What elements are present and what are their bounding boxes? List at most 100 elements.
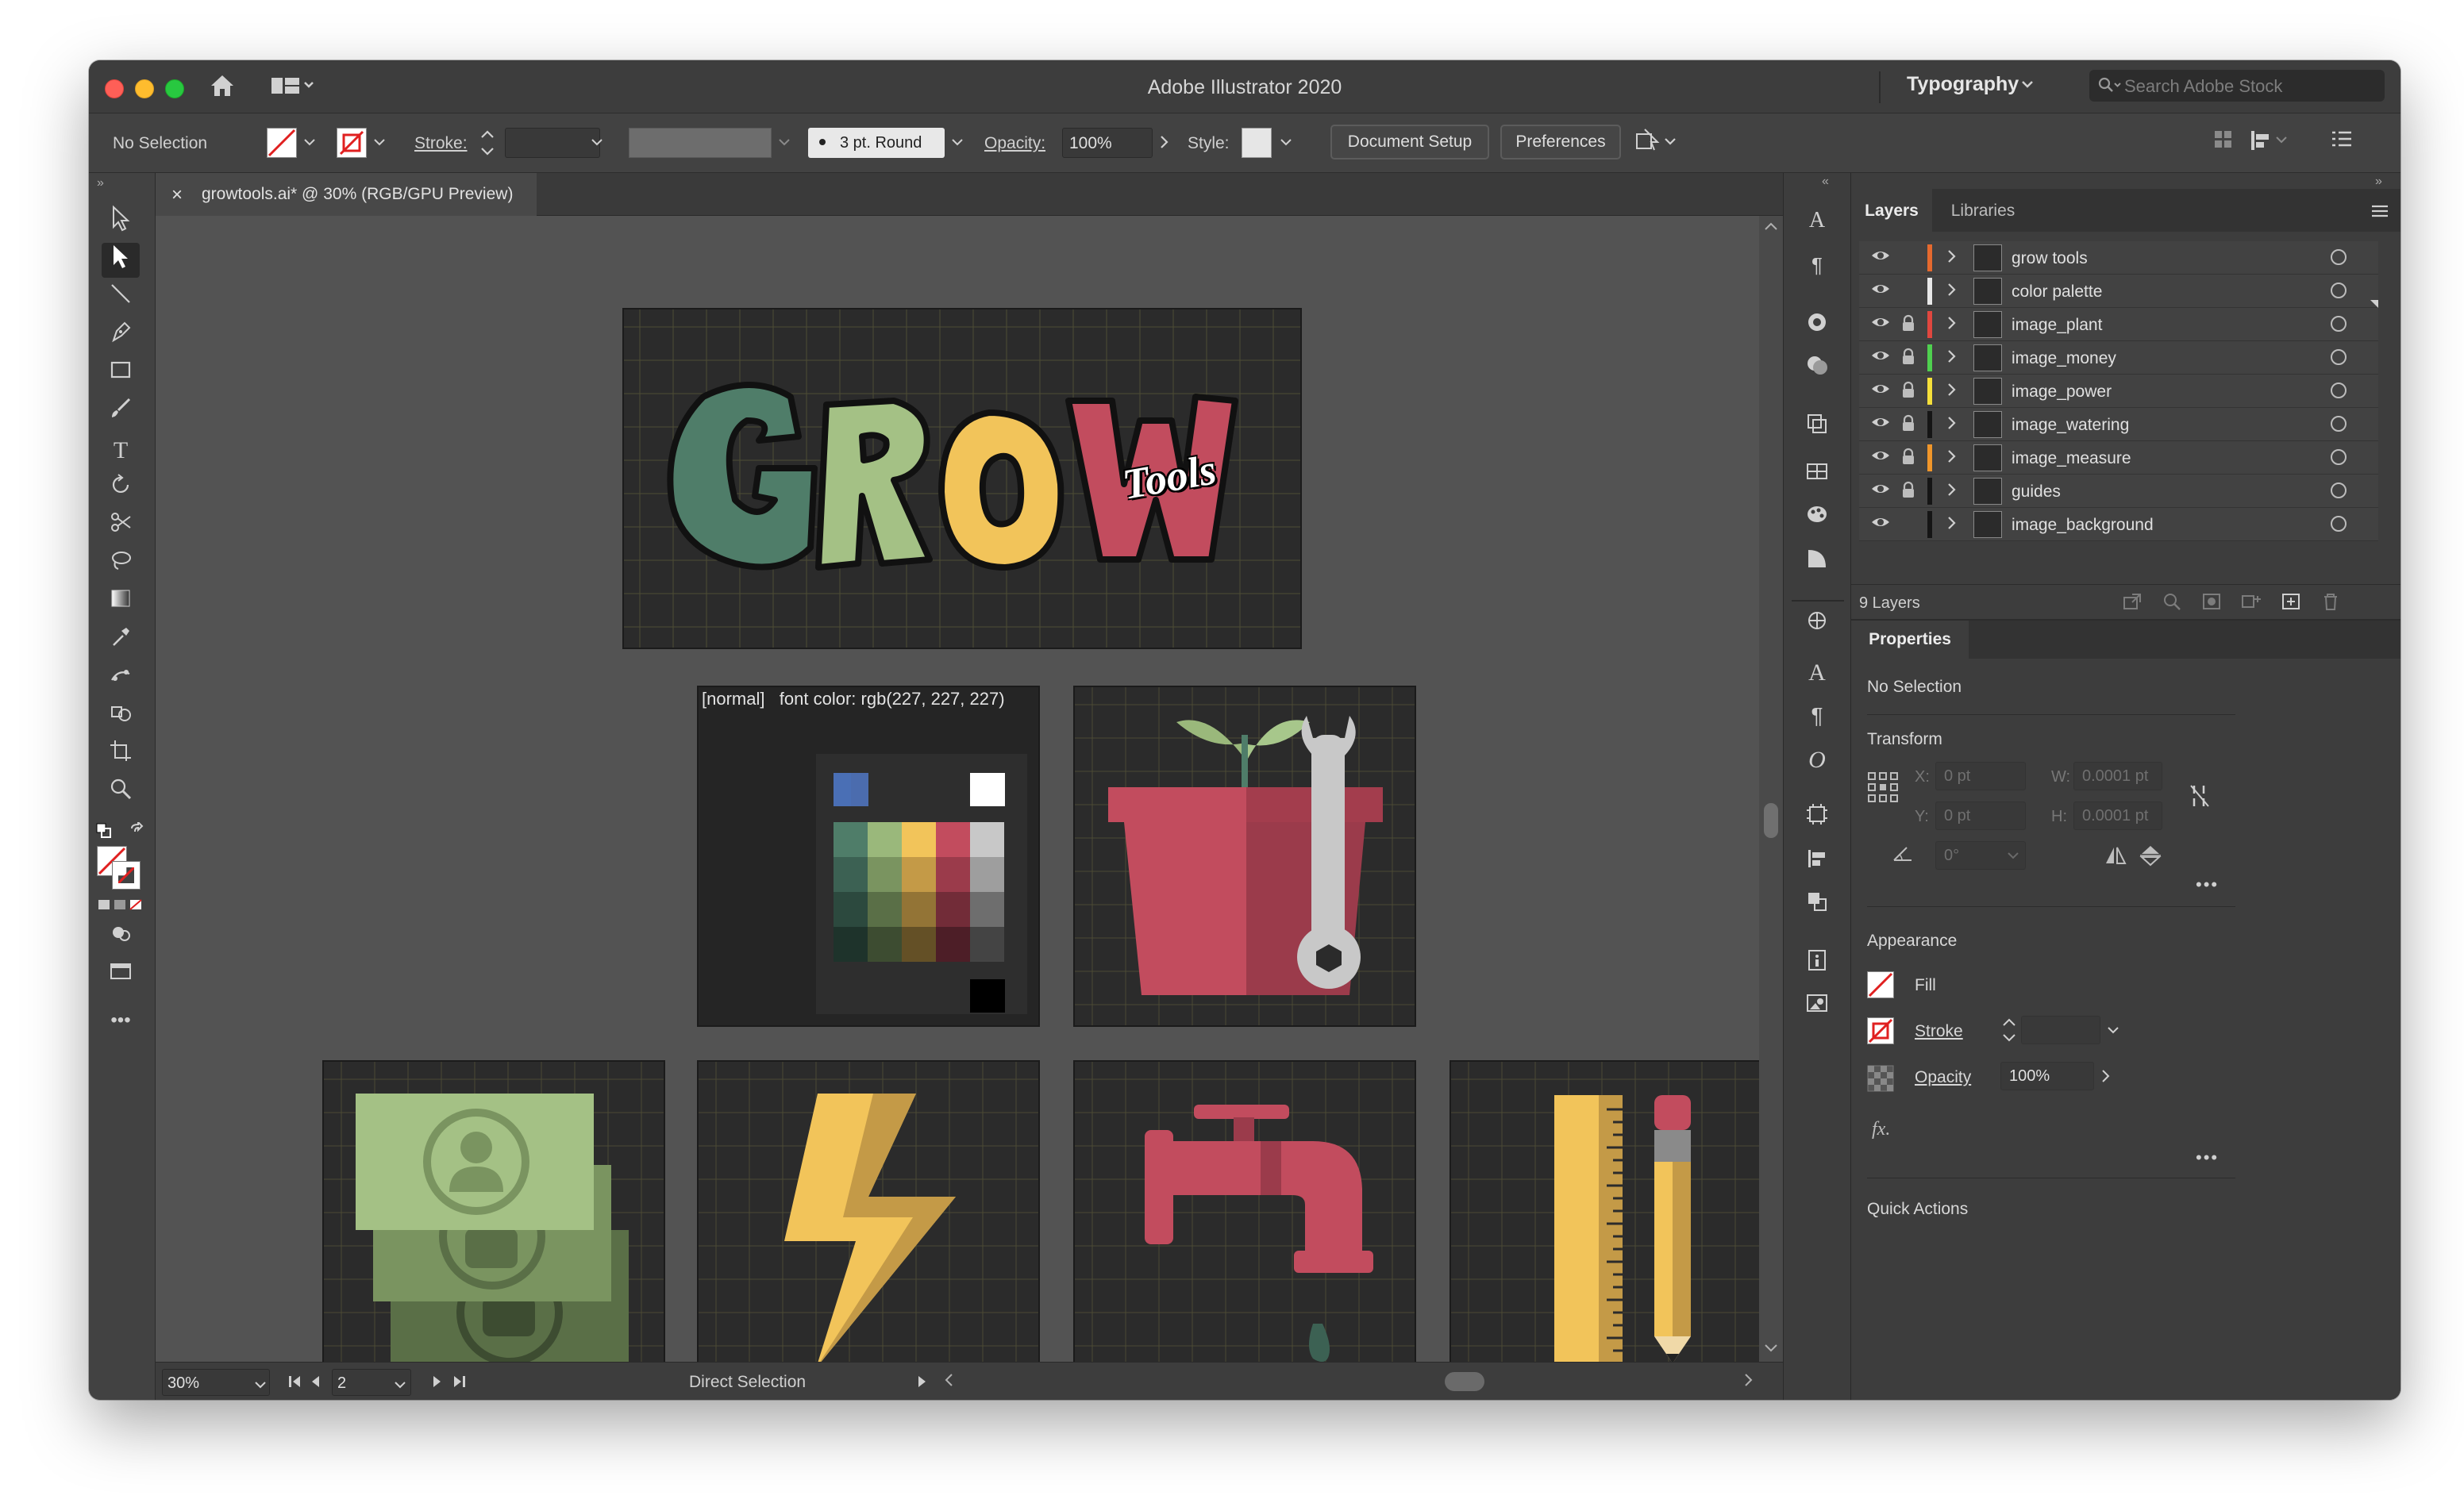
gradient-panel-icon[interactable]: [1800, 546, 1835, 581]
color-mode-icons[interactable]: [97, 897, 148, 917]
artboard-tool-icon[interactable]: [102, 738, 140, 773]
visibility-eye-icon[interactable]: [1870, 448, 1891, 468]
visibility-eye-icon[interactable]: [1870, 514, 1891, 535]
tab-libraries[interactable]: Libraries: [1934, 189, 2032, 232]
stock-search-input[interactable]: Search Adobe Stock: [2089, 70, 2385, 102]
previous-artboard-icon[interactable]: [310, 1374, 322, 1394]
lasso-tool-icon[interactable]: [102, 548, 140, 582]
transform-more-options-icon[interactable]: •••: [2196, 875, 2219, 895]
swatches-icon[interactable]: [1800, 352, 1835, 387]
rectangle-tool-icon[interactable]: [102, 357, 140, 392]
expand-layer-chevron-icon[interactable]: [1945, 413, 1959, 438]
scroll-up-icon[interactable]: [1764, 221, 1778, 236]
reference-point-icon[interactable]: [1867, 771, 1899, 807]
color-panel-icon[interactable]: [1800, 309, 1835, 344]
graphic-style-swatch[interactable]: [1242, 128, 1272, 158]
visibility-eye-icon[interactable]: [1870, 381, 1891, 402]
variable-width-profile[interactable]: [629, 128, 772, 158]
expand-layer-chevron-icon[interactable]: [1945, 479, 1959, 505]
expand-layer-chevron-icon[interactable]: [1945, 246, 1959, 271]
visibility-eye-icon[interactable]: [1870, 248, 1891, 268]
visibility-eye-icon[interactable]: [1870, 481, 1891, 502]
collapse-toolbar-icon[interactable]: »: [97, 176, 104, 190]
visibility-eye-icon[interactable]: [1870, 314, 1891, 335]
eyedropper-tool-icon[interactable]: [102, 624, 140, 659]
layer-target-icon[interactable]: [2331, 416, 2347, 432]
symbols-icon[interactable]: [1800, 608, 1835, 643]
libraries-grid-icon[interactable]: [1800, 459, 1835, 494]
document-tab[interactable]: growtools.ai* @ 30% (RGB/GPU Preview): [156, 173, 537, 216]
align-panel-icon[interactable]: [2212, 128, 2235, 156]
opacity-field[interactable]: 100%: [1062, 128, 1153, 158]
document-setup-button[interactable]: Document Setup: [1330, 125, 1489, 160]
workspace-switcher[interactable]: Typography: [1907, 73, 2019, 96]
layer-target-icon[interactable]: [2331, 516, 2347, 532]
layer-row[interactable]: grow tools: [1859, 241, 2378, 275]
status-menu-icon[interactable]: [916, 1374, 927, 1394]
line-segment-tool-icon[interactable]: [102, 281, 140, 316]
default-fill-stroke-icon[interactable]: [95, 822, 113, 844]
chevron-down-icon[interactable]: [2019, 76, 2035, 97]
character-styles-icon[interactable]: A: [1800, 203, 1835, 238]
links-panel-icon[interactable]: [1800, 990, 1835, 1025]
create-new-layer-icon[interactable]: [2280, 591, 2302, 612]
layer-row[interactable]: image_plant: [1859, 308, 2378, 341]
stroke-weight-dropdown-icon[interactable]: [2107, 1025, 2119, 1040]
artboard-watering[interactable]: [1073, 1060, 1416, 1400]
artboard-logo[interactable]: Tools: [622, 308, 1302, 649]
layer-target-icon[interactable]: [2331, 449, 2347, 465]
layer-row[interactable]: image_power: [1859, 375, 2378, 408]
artboard-plant[interactable]: [1073, 686, 1416, 1027]
stroke-label[interactable]: Stroke: [1915, 1022, 1963, 1041]
opacity-expand-icon[interactable]: [2100, 1068, 2112, 1088]
layer-row[interactable]: image_measure: [1859, 441, 2378, 475]
artboard-color-palette[interactable]: [normal] font color: rgb(227, 227, 227): [697, 686, 1040, 1027]
layer-name[interactable]: color palette: [2012, 283, 2102, 302]
layer-target-icon[interactable]: [2331, 349, 2347, 365]
fill-swatch[interactable]: [267, 128, 297, 158]
stroke-color-icon[interactable]: [112, 861, 141, 890]
style-dropdown-icon[interactable]: [1280, 136, 1292, 152]
layer-target-icon[interactable]: [2331, 382, 2347, 398]
profile-dropdown-icon[interactable]: [778, 136, 791, 152]
align-icon[interactable]: [1800, 846, 1835, 881]
rotate-dropdown-icon[interactable]: [2007, 851, 2019, 866]
stroke-weight-field[interactable]: [505, 128, 600, 158]
character-panel-icon[interactable]: A: [1800, 655, 1835, 690]
draw-mode-icon[interactable]: [102, 921, 140, 955]
horizontal-scroll-thumb[interactable]: [1445, 1372, 1484, 1391]
layer-row[interactable]: image_background: [1859, 508, 2378, 541]
layer-row[interactable]: image_money: [1859, 341, 2378, 375]
zoom-dropdown-icon[interactable]: [254, 1377, 267, 1396]
lock-icon[interactable]: [1900, 448, 1916, 471]
locate-object-icon[interactable]: [2161, 591, 2183, 612]
width-field[interactable]: 0.0001 pt: [2073, 762, 2162, 790]
artboard-dropdown-icon[interactable]: [394, 1377, 406, 1396]
opacity-label[interactable]: Opacity:: [984, 134, 1045, 153]
paintbrush-tool-icon[interactable]: [102, 395, 140, 430]
scroll-down-icon[interactable]: [1764, 1343, 1778, 1358]
artboard-measure[interactable]: [1450, 1060, 1792, 1400]
y-field[interactable]: 0 pt: [1935, 801, 2026, 830]
appearance-opacity-label[interactable]: Opacity: [1915, 1068, 1971, 1087]
paragraph-styles-icon[interactable]: ¶: [1800, 248, 1835, 283]
preferences-button[interactable]: Preferences: [1500, 125, 1621, 160]
export-for-screens-icon[interactable]: [2121, 591, 2143, 612]
layer-target-icon[interactable]: [2331, 249, 2347, 265]
zoom-tool-icon[interactable]: [102, 776, 140, 811]
expand-panels-icon[interactable]: «: [1822, 175, 1829, 189]
tab-properties[interactable]: Properties: [1851, 621, 1969, 659]
expand-layer-chevron-icon[interactable]: [1945, 313, 1959, 338]
layers-panel-menu-icon[interactable]: [2370, 203, 2389, 223]
vertical-scroll-thumb[interactable]: [1764, 803, 1778, 838]
layer-name[interactable]: grow tools: [2012, 249, 2088, 268]
edit-toolbar-more-icon[interactable]: •••: [102, 1003, 140, 1038]
pen-tool-icon[interactable]: [102, 319, 140, 354]
gradient-tool-icon[interactable]: [102, 586, 140, 621]
visibility-eye-icon[interactable]: [1870, 281, 1891, 302]
panel-menu-icon[interactable]: [2331, 129, 2354, 154]
next-artboard-icon[interactable]: [430, 1374, 443, 1394]
opacity-chevron-right-icon[interactable]: [1157, 134, 1170, 154]
stroke-dropdown-icon[interactable]: [373, 136, 386, 152]
stroke-label[interactable]: Stroke:: [414, 134, 468, 153]
